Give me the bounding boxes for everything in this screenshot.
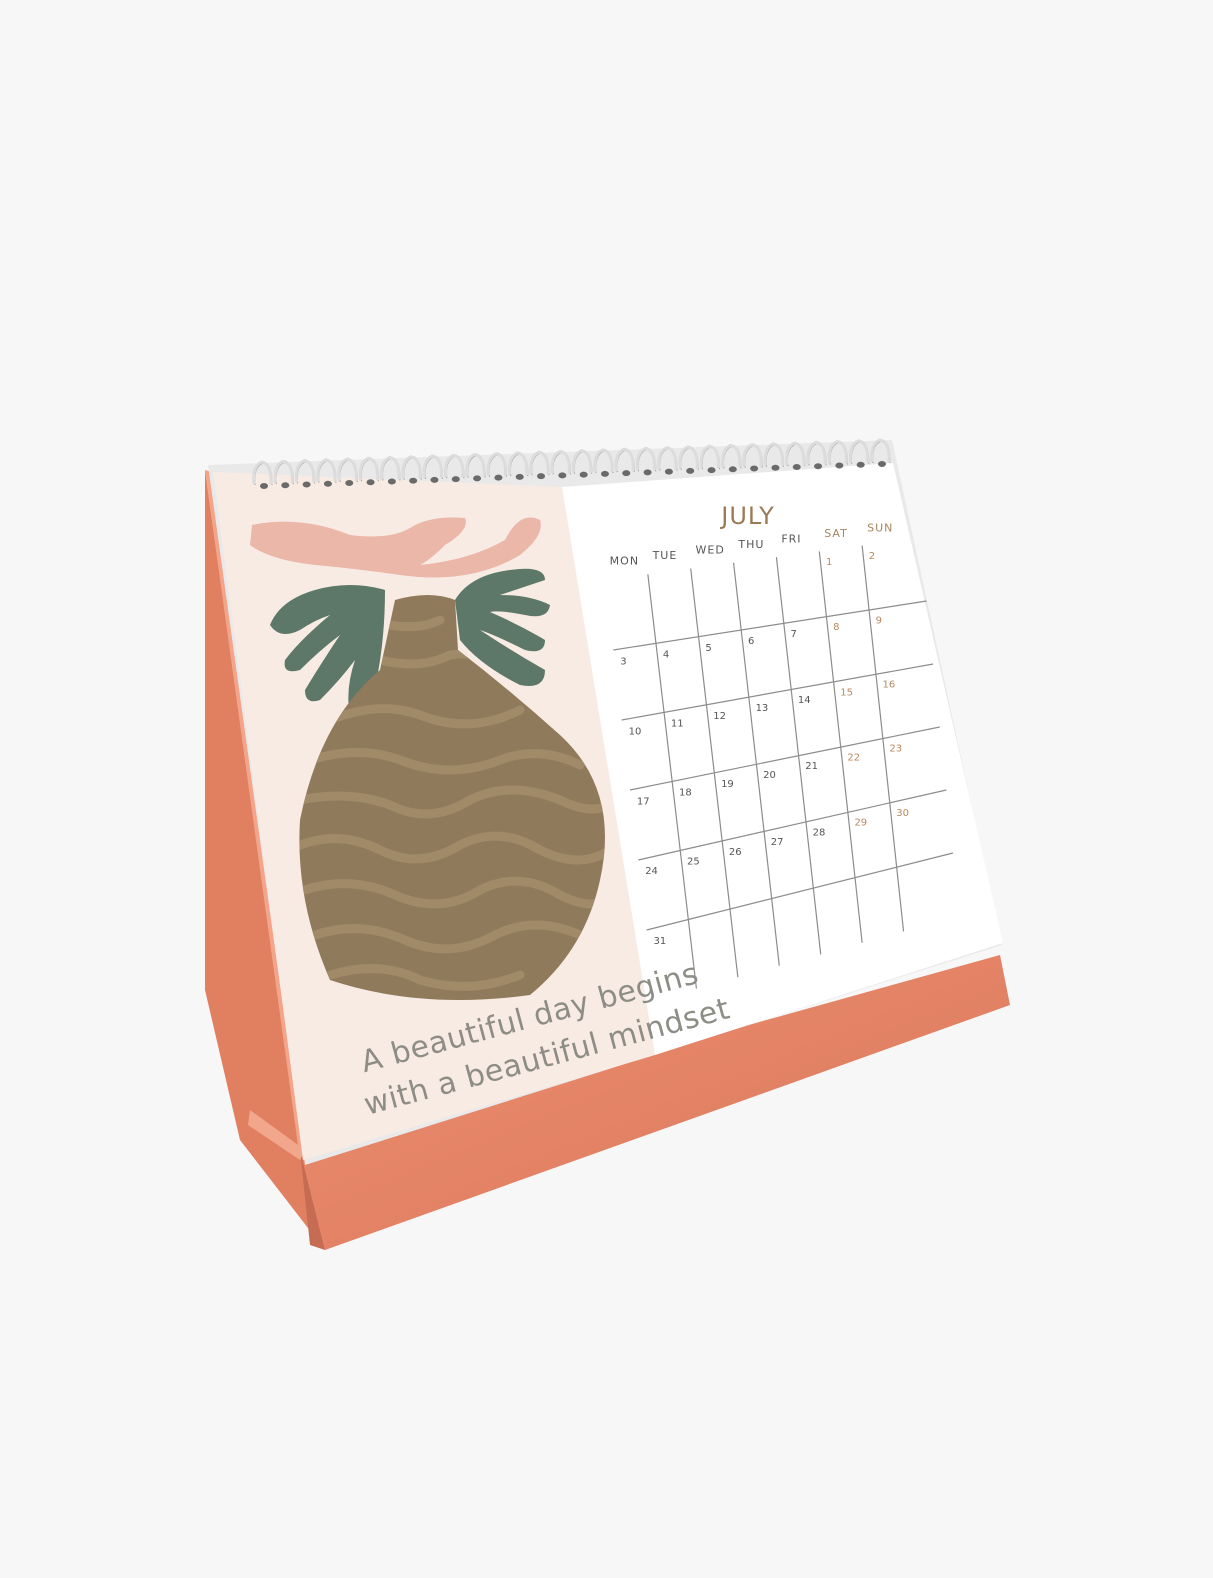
- day-name-tue: TUE: [652, 549, 678, 562]
- date-cell: 6: [748, 636, 754, 647]
- date-cell: 27: [771, 837, 784, 848]
- day-name-wed: WED: [696, 543, 725, 556]
- date-cell: 25: [687, 856, 700, 867]
- date-cell: 4: [663, 650, 669, 661]
- date-cell: 30: [896, 808, 909, 819]
- date-cell: 11: [671, 719, 684, 730]
- date-cell: 10: [629, 726, 642, 737]
- date-cell: 29: [854, 818, 867, 829]
- month-title: JULY: [719, 502, 775, 530]
- date-cell: 3: [620, 657, 626, 668]
- date-cell: 20: [763, 770, 776, 781]
- day-name-sat: SAT: [824, 527, 848, 540]
- date-cell: 15: [840, 687, 853, 698]
- date-cell: 28: [813, 827, 826, 838]
- date-cell: 12: [713, 711, 726, 722]
- date-cell: 8: [833, 622, 839, 633]
- date-cell: 2: [869, 551, 875, 562]
- day-name-sun: SUN: [867, 521, 893, 534]
- date-cell: 24: [645, 866, 658, 877]
- date-cell: 18: [679, 788, 692, 799]
- date-cell: 14: [798, 695, 811, 706]
- day-name-mon: MON: [610, 554, 639, 567]
- date-cell: 21: [805, 761, 818, 772]
- day-name-thu: THU: [737, 538, 764, 551]
- day-name-fri: FRI: [781, 532, 801, 545]
- date-cell: 13: [756, 703, 769, 714]
- date-cell: 1: [826, 557, 832, 568]
- date-cell: 23: [889, 744, 902, 755]
- desk-calendar-scene: A beautiful day begins with a beautiful …: [205, 438, 1010, 1250]
- date-cell: 19: [721, 779, 734, 790]
- date-cell: 5: [705, 643, 711, 654]
- date-cell: 22: [847, 752, 860, 763]
- date-cell: 7: [791, 629, 797, 640]
- date-cell: 9: [876, 615, 882, 626]
- date-cell: 26: [729, 847, 742, 858]
- date-cell: 16: [883, 679, 896, 690]
- date-cell: 17: [637, 796, 650, 807]
- date-cell: 31: [653, 936, 666, 947]
